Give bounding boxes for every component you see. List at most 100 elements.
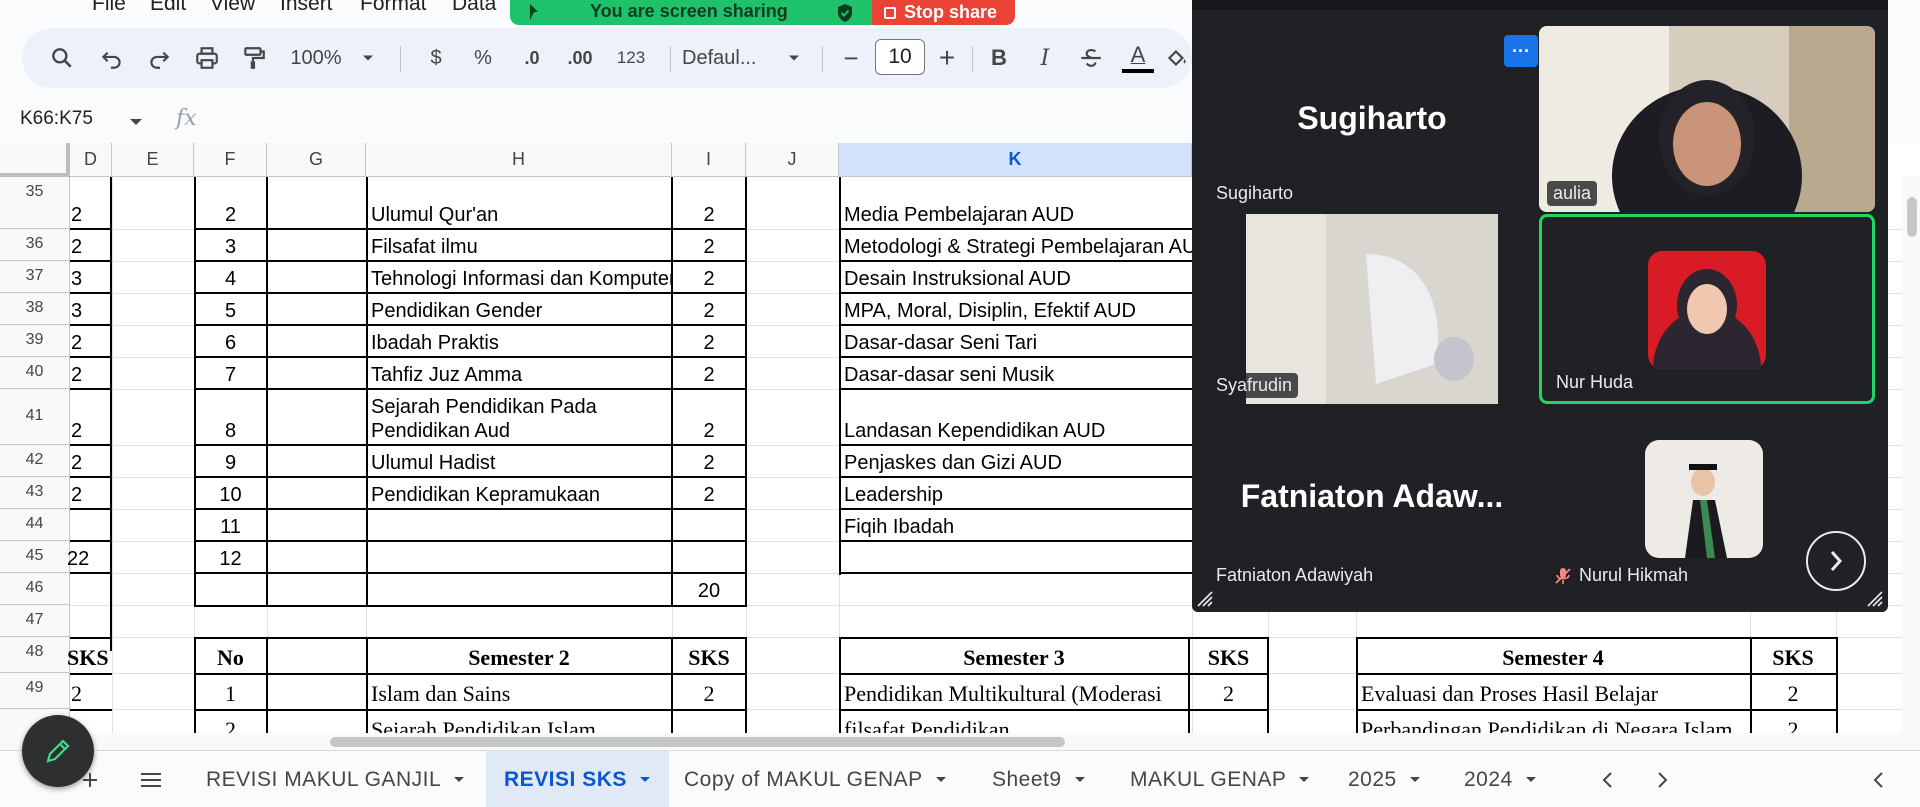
column-header-i[interactable]: I bbox=[672, 143, 746, 177]
column-header-k[interactable]: K bbox=[839, 143, 1192, 177]
edit-fab-button[interactable] bbox=[22, 715, 94, 787]
select-all-corner[interactable] bbox=[0, 143, 70, 177]
menu-format[interactable]: Format bbox=[360, 0, 427, 12]
cell-k36[interactable]: Metodologi & Strategi Pembelajaran AUD bbox=[839, 229, 1192, 261]
menu-file[interactable]: File bbox=[92, 0, 126, 12]
cell-k40[interactable]: Dasar-dasar seni Musik bbox=[839, 357, 1192, 389]
vertical-scrollbar[interactable] bbox=[1902, 177, 1920, 733]
cell-i39[interactable]: 2 bbox=[672, 325, 746, 357]
print-button[interactable] bbox=[187, 28, 227, 88]
percent-format-button[interactable]: % bbox=[466, 28, 500, 88]
zoom-select[interactable]: 100% bbox=[284, 28, 348, 88]
cell-f43[interactable]: 10 bbox=[194, 477, 267, 509]
tab-makul-genap[interactable]: MAKUL GENAP bbox=[1112, 751, 1328, 807]
horizontal-scroll-thumb[interactable] bbox=[330, 737, 1065, 747]
column-header-j[interactable]: J bbox=[746, 143, 839, 177]
cell-h43[interactable]: Pendidikan Kepramukaan bbox=[366, 477, 672, 509]
increase-font-size-button[interactable]: + bbox=[930, 28, 964, 88]
cell-f42[interactable]: 9 bbox=[194, 445, 267, 477]
row-header-36[interactable]: 36 bbox=[0, 229, 70, 261]
stop-share-button[interactable]: Stop share bbox=[872, 0, 1015, 25]
row-header-47[interactable]: 47 bbox=[0, 605, 70, 637]
resize-handle-icon[interactable] bbox=[1196, 590, 1214, 608]
cell-d45[interactable]: 22 bbox=[62, 541, 112, 573]
cell-d38[interactable]: 3 bbox=[66, 293, 112, 325]
cell-d42[interactable]: 2 bbox=[66, 445, 112, 477]
cell-d41[interactable]: 2 bbox=[66, 413, 112, 445]
header-semester-4[interactable]: Semester 4 bbox=[1356, 639, 1750, 673]
name-box-dropdown-icon[interactable] bbox=[128, 116, 144, 128]
cell-f50[interactable]: 2 bbox=[194, 711, 267, 733]
paint-format-button[interactable] bbox=[234, 28, 274, 88]
cell-i37[interactable]: 2 bbox=[672, 261, 746, 293]
row-header-46[interactable]: 46 bbox=[0, 573, 70, 605]
cell-f49[interactable]: 1 bbox=[194, 675, 267, 709]
cell-d37[interactable]: 3 bbox=[66, 261, 112, 293]
column-header-h[interactable]: H bbox=[366, 143, 672, 177]
cell-f36[interactable]: 3 bbox=[194, 229, 267, 261]
header-no[interactable]: No bbox=[194, 639, 267, 673]
cell-k38[interactable]: MPA, Moral, Disiplin, Efektif AUD bbox=[839, 293, 1192, 325]
cell-i49[interactable]: 2 bbox=[672, 675, 746, 709]
cell-f37[interactable]: 4 bbox=[194, 261, 267, 293]
cell-k35[interactable]: Media Pembelajaran AUD bbox=[839, 197, 1192, 229]
cell-k49[interactable]: Pendidikan Multikultural (Moderasi bbox=[839, 675, 1189, 709]
cell-k39[interactable]: Dasar-dasar Seni Tari bbox=[839, 325, 1192, 357]
bold-button[interactable]: B bbox=[980, 28, 1018, 88]
cell-h36[interactable]: Filsafat ilmu bbox=[366, 229, 672, 261]
tab-revisi-sks[interactable]: REVISI SKS bbox=[486, 751, 669, 807]
cell-h41-line2[interactable]: Pendidikan Aud bbox=[366, 413, 672, 445]
cell-k50[interactable]: filsafat Pendidikan bbox=[839, 711, 1189, 733]
cell-f35[interactable]: 2 bbox=[194, 197, 267, 229]
scroll-tabs-left-button[interactable] bbox=[1592, 751, 1622, 807]
cell-i38[interactable]: 2 bbox=[672, 293, 746, 325]
decrease-decimal-button[interactable]: .0 bbox=[512, 28, 552, 88]
header-sks-4[interactable]: SKS bbox=[1750, 639, 1836, 673]
cell-i36[interactable]: 2 bbox=[672, 229, 746, 261]
increase-decimal-button[interactable]: .00 bbox=[558, 28, 602, 88]
menu-insert[interactable]: Insert bbox=[280, 0, 333, 12]
tab-copy-of-makul-genap[interactable]: Copy of MAKUL GENAP bbox=[666, 751, 965, 807]
cell-d49[interactable]: 2 bbox=[66, 675, 112, 709]
tab-revisi-makul-ganjil[interactable]: REVISI MAKUL GANJIL bbox=[188, 751, 483, 807]
decrease-font-size-button[interactable]: − bbox=[834, 28, 868, 88]
row-header-49[interactable]: 49 bbox=[0, 673, 70, 709]
zoom-dropdown-icon[interactable] bbox=[358, 28, 378, 88]
cell-h38[interactable]: Pendidikan Gender bbox=[366, 293, 672, 325]
cell-i41[interactable]: 2 bbox=[672, 413, 746, 445]
cell-h50[interactable]: Sejarah Pendidikan Islam bbox=[366, 711, 672, 733]
column-header-d[interactable]: D bbox=[70, 143, 112, 177]
vertical-scroll-thumb[interactable] bbox=[1907, 197, 1917, 237]
search-menus-button[interactable] bbox=[42, 28, 82, 88]
cell-k41[interactable]: Landasan Kependidikan AUD bbox=[839, 413, 1192, 445]
column-header-g[interactable]: G bbox=[267, 143, 366, 177]
cell-h40[interactable]: Tahfiz Juz Amma bbox=[366, 357, 672, 389]
header-sks-1[interactable]: SKS bbox=[62, 639, 112, 673]
participant-tile-sugiharto[interactable]: Sugiharto Sugiharto bbox=[1202, 26, 1542, 212]
cell-f40[interactable]: 7 bbox=[194, 357, 267, 389]
cell-i46-total[interactable]: 20 bbox=[672, 573, 746, 605]
cell-i43[interactable]: 2 bbox=[672, 477, 746, 509]
cell-o50[interactable]: 2 bbox=[1750, 711, 1836, 733]
header-semester-2[interactable]: Semester 2 bbox=[366, 639, 672, 673]
horizontal-scrollbar[interactable] bbox=[0, 733, 1920, 750]
column-header-f[interactable]: F bbox=[194, 143, 267, 177]
font-size-input[interactable]: 10 bbox=[875, 39, 925, 75]
cell-k37[interactable]: Desain Instruksional AUD bbox=[839, 261, 1192, 293]
cell-h37[interactable]: Tehnologi Informasi dan Komputer bbox=[366, 261, 672, 293]
row-header-39[interactable]: 39 bbox=[0, 325, 70, 357]
menu-view[interactable]: View bbox=[210, 0, 255, 12]
strikethrough-button[interactable] bbox=[1072, 28, 1110, 88]
tab-sheet9[interactable]: Sheet9 bbox=[974, 751, 1104, 807]
resize-handle-icon[interactable] bbox=[1866, 590, 1884, 608]
menu-edit[interactable]: Edit bbox=[150, 0, 186, 12]
header-semester-3[interactable]: Semester 3 bbox=[839, 639, 1189, 673]
column-header-e[interactable]: E bbox=[112, 143, 194, 177]
cell-k43[interactable]: Leadership bbox=[839, 477, 1192, 509]
row-header-45[interactable]: 45 bbox=[0, 541, 70, 573]
row-header-43[interactable]: 43 bbox=[0, 477, 70, 509]
cell-h49[interactable]: Islam dan Sains bbox=[366, 675, 672, 709]
cell-h35[interactable]: Ulumul Qur'an bbox=[366, 197, 672, 229]
cell-d35[interactable]: 2 bbox=[66, 197, 112, 229]
row-header-42[interactable]: 42 bbox=[0, 445, 70, 477]
